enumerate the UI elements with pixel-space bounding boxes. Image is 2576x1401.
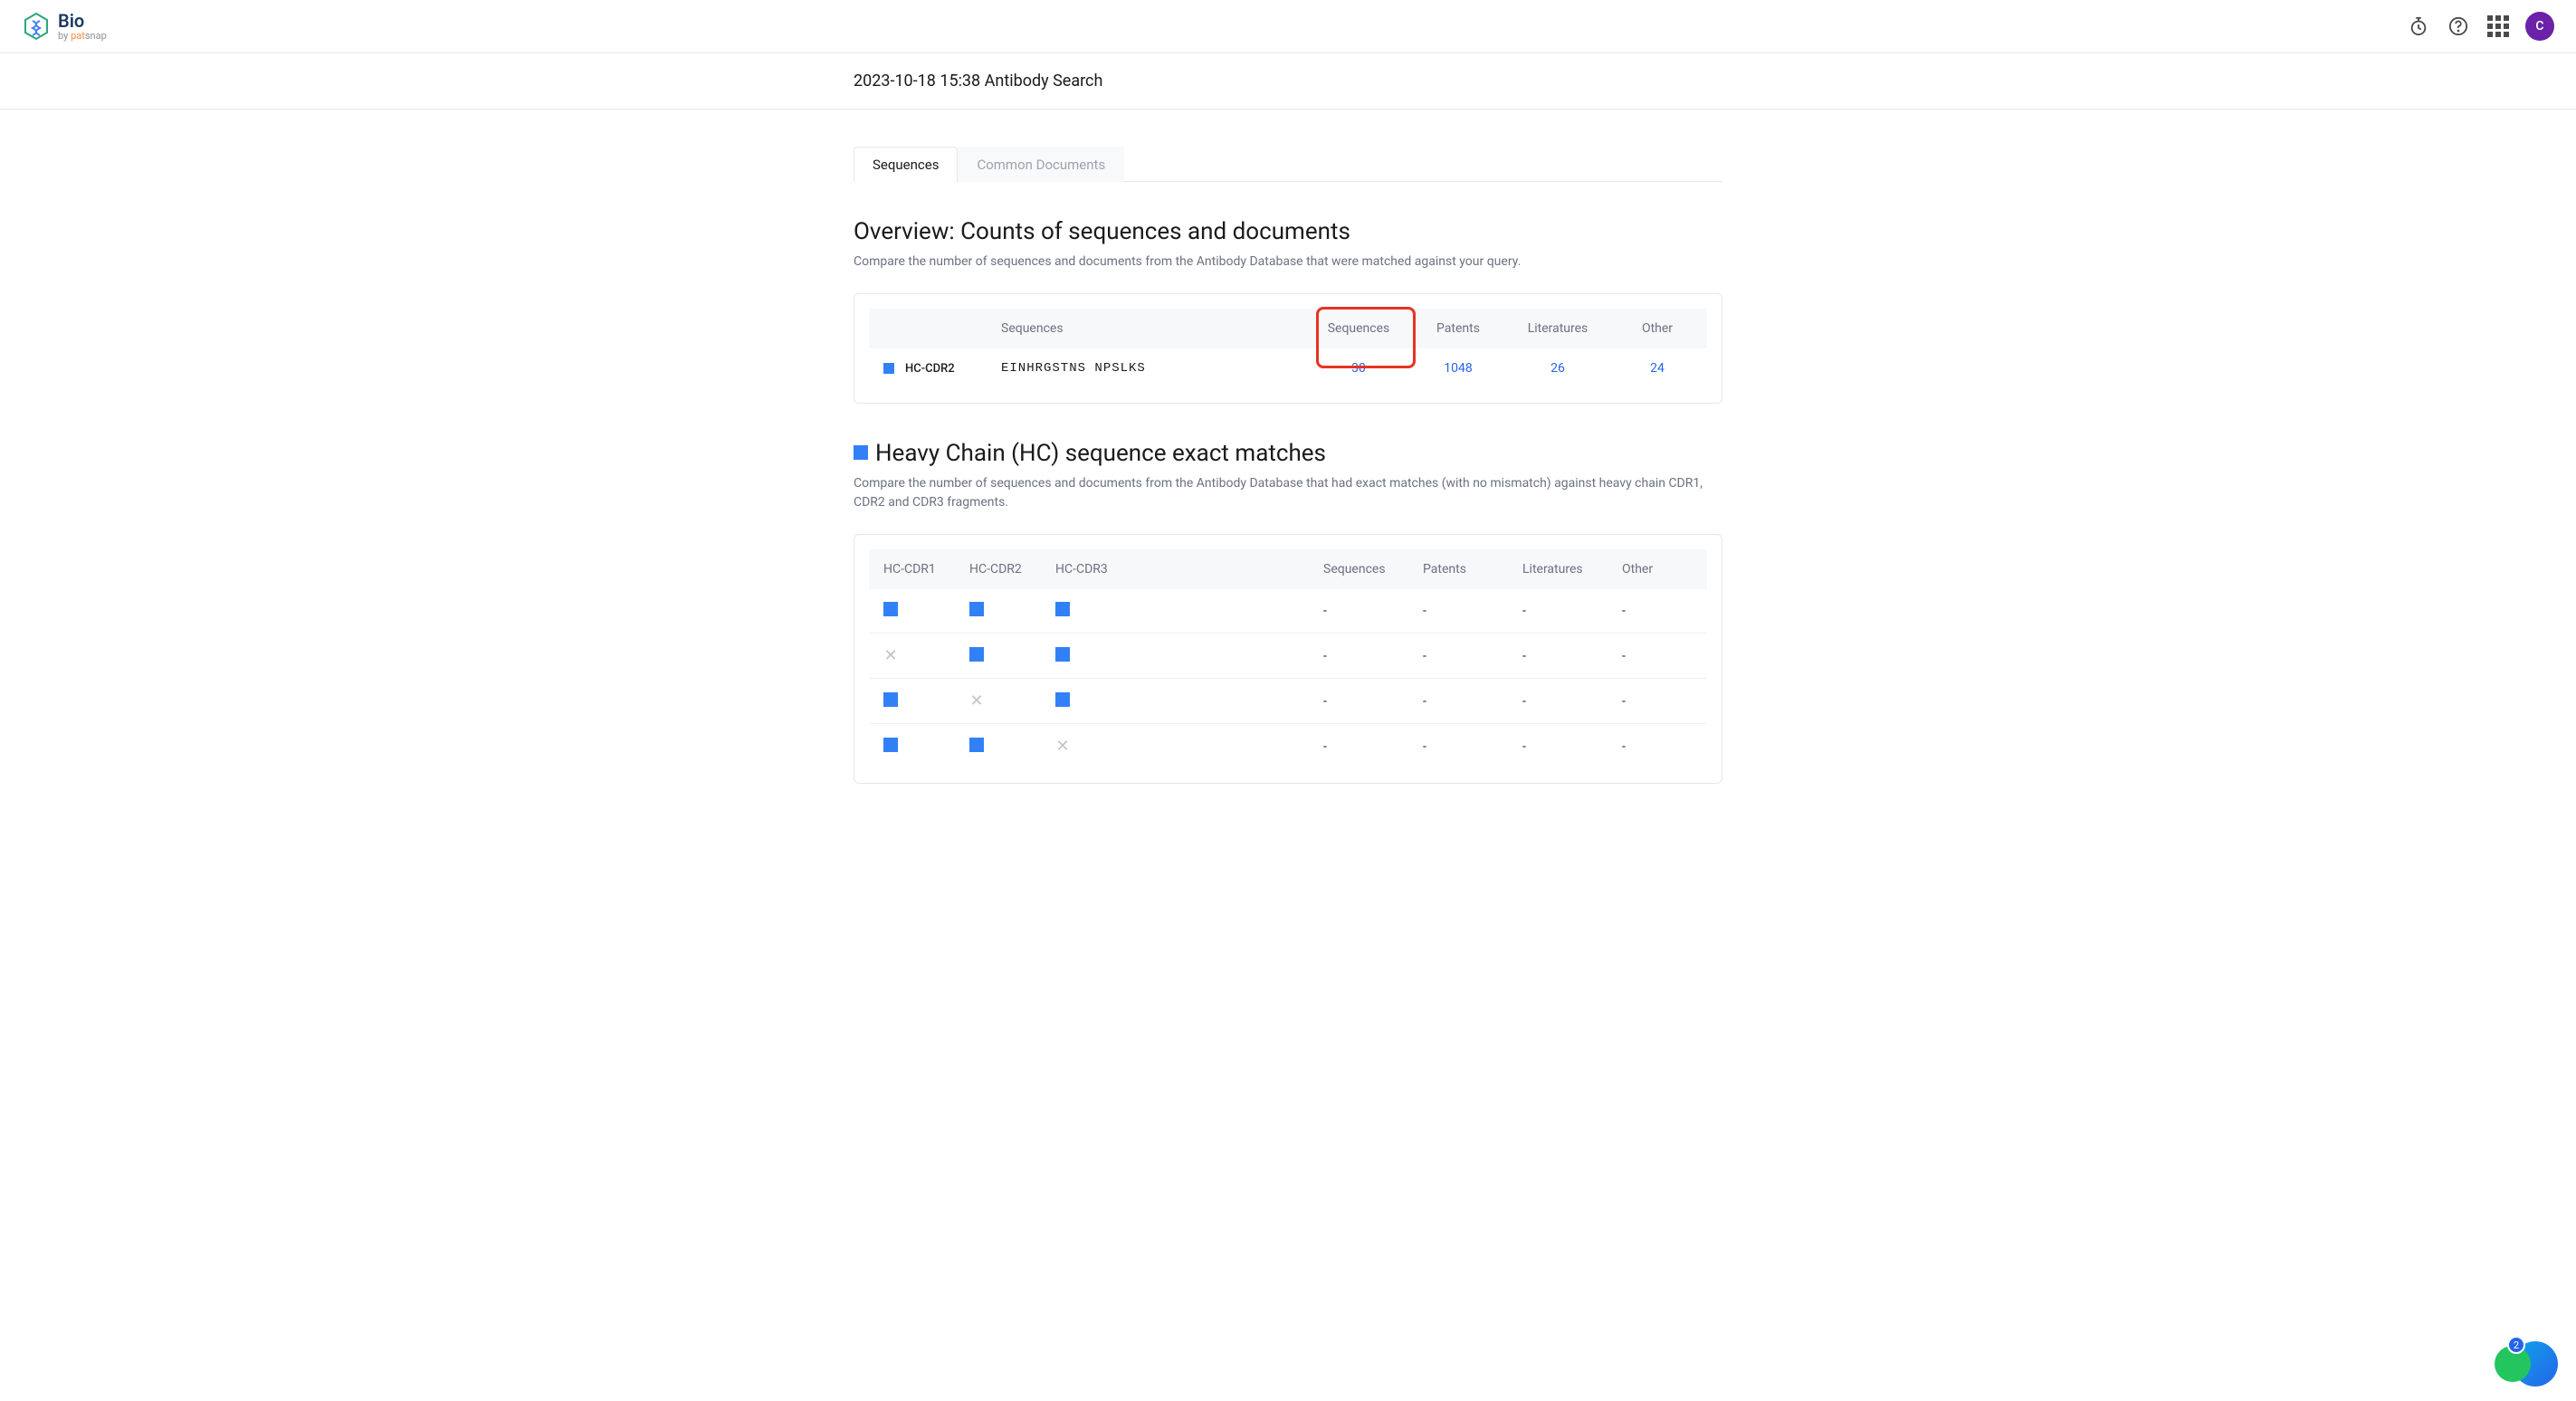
heavy-row: ----: [869, 589, 1707, 634]
overview-col-other: Other: [1608, 309, 1707, 348]
heavy-cell-cdr1: [869, 679, 955, 724]
heavy-card: HC-CDR1 HC-CDR2 HC-CDR3 Sequences Patent…: [854, 534, 1722, 784]
heavy-cell-other: -: [1608, 679, 1707, 724]
heavy-cell-literatures: -: [1508, 679, 1608, 724]
heavy-cell-patents: -: [1408, 589, 1508, 634]
main-content: Sequences Common Documents Overview: Cou…: [835, 110, 1741, 784]
overview-row-label-cell: HC-CDR2: [869, 348, 987, 388]
square-mark-icon: [883, 363, 894, 374]
help-icon[interactable]: [2446, 14, 2471, 39]
filled-square-icon: [969, 738, 984, 752]
logo-text: Bio by patsnap: [58, 11, 107, 42]
tabs: Sequences Common Documents: [854, 146, 1722, 182]
filled-square-icon: [1055, 602, 1070, 616]
heavy-cell-cdr3: ✕: [1041, 724, 1309, 769]
fab-chat-button[interactable]: 2: [2513, 1341, 2558, 1387]
filled-square-icon: [883, 602, 898, 616]
heavy-col-sequences: Sequences: [1309, 549, 1408, 589]
overview-table: Sequences Sequences Patents Literatures …: [869, 309, 1707, 388]
heavy-cell-patents: -: [1408, 679, 1508, 724]
heavy-cell-other: -: [1608, 634, 1707, 679]
heavy-cell-cdr2: [955, 634, 1041, 679]
x-mark-icon: ✕: [969, 691, 984, 710]
heavy-col-patents: Patents: [1408, 549, 1508, 589]
heavy-cell-cdr1: ✕: [869, 634, 955, 679]
overview-col-sequences: Sequences: [1309, 309, 1408, 348]
overview-row: HC-CDR2 EINHRGSTNS NPSLKS 30 1048 26 24: [869, 348, 1707, 388]
overview-col-patents: Patents: [1408, 309, 1508, 348]
logo-title: Bio: [58, 11, 107, 31]
overview-row-label: HC-CDR2: [905, 362, 955, 376]
heavy-cell-cdr2: [955, 724, 1041, 769]
avatar[interactable]: C: [2525, 12, 2554, 41]
tab-sequences[interactable]: Sequences: [854, 147, 958, 182]
heavy-cell-cdr3: [1041, 589, 1309, 634]
heavy-cell-cdr1: [869, 589, 955, 634]
overview-card: Sequences Sequences Patents Literatures …: [854, 293, 1722, 404]
heavy-cell-other: -: [1608, 589, 1707, 634]
heavy-col-cdr1: HC-CDR1: [869, 549, 955, 589]
heavy-cell-cdr2: ✕: [955, 679, 1041, 724]
stopwatch-icon[interactable]: [2406, 14, 2431, 39]
heavy-section: Heavy Chain (HC) sequence exact matches …: [854, 440, 1722, 784]
heavy-cell-literatures: -: [1508, 724, 1608, 769]
heavy-row: ✕----: [869, 679, 1707, 724]
heavy-row: ✕----: [869, 634, 1707, 679]
overview-desc: Compare the number of sequences and docu…: [854, 253, 1722, 272]
header-actions: C: [2406, 12, 2554, 41]
apps-grid-icon[interactable]: [2485, 14, 2511, 39]
heavy-cell-cdr3: [1041, 679, 1309, 724]
heavy-col-cdr2: HC-CDR2: [955, 549, 1041, 589]
notification-badge: 2: [2507, 1336, 2525, 1354]
overview-row-patents[interactable]: 1048: [1444, 361, 1472, 376]
heavy-cell-patents: -: [1408, 724, 1508, 769]
heavy-cell-other: -: [1608, 724, 1707, 769]
square-bullet-icon: [854, 445, 868, 460]
heavy-col-other: Other: [1608, 549, 1707, 589]
overview-row-literatures[interactable]: 26: [1550, 361, 1565, 376]
heavy-title: Heavy Chain (HC) sequence exact matches: [854, 440, 1722, 467]
overview-col-literatures: Literatures: [1508, 309, 1608, 348]
heavy-cell-literatures: -: [1508, 634, 1608, 679]
filled-square-icon: [969, 647, 984, 662]
heavy-cell-patents: -: [1408, 634, 1508, 679]
overview-row-sequences-cell: 30: [1309, 348, 1408, 388]
filled-square-icon: [1055, 647, 1070, 662]
filled-square-icon: [969, 602, 984, 616]
heavy-col-cdr3: HC-CDR3: [1041, 549, 1309, 589]
heavy-cell-sequences: -: [1309, 679, 1408, 724]
heavy-cell-cdr3: [1041, 634, 1309, 679]
page-title-bar: 2023-10-18 15:38 Antibody Search: [0, 53, 2576, 110]
overview-row-sequences[interactable]: 30: [1351, 361, 1366, 376]
logo[interactable]: Bio by patsnap: [22, 11, 107, 42]
filled-square-icon: [883, 738, 898, 752]
heavy-cell-cdr2: [955, 589, 1041, 634]
overview-col-blank: [869, 309, 987, 348]
filled-square-icon: [1055, 692, 1070, 707]
bio-logo-icon: [22, 12, 51, 41]
heavy-cell-cdr1: [869, 724, 955, 769]
heavy-cell-sequences: -: [1309, 724, 1408, 769]
heavy-cell-literatures: -: [1508, 589, 1608, 634]
heavy-row: ✕----: [869, 724, 1707, 769]
filled-square-icon: [883, 692, 898, 707]
heavy-table: HC-CDR1 HC-CDR2 HC-CDR3 Sequences Patent…: [869, 549, 1707, 768]
heavy-cell-sequences: -: [1309, 634, 1408, 679]
floating-action-group: 2: [2513, 1341, 2558, 1387]
header: Bio by patsnap: [0, 0, 2576, 53]
overview-row-seqtext: EINHRGSTNS NPSLKS: [987, 348, 1309, 388]
overview-col-seqlabel: Sequences: [987, 309, 1309, 348]
x-mark-icon: ✕: [1055, 737, 1070, 756]
overview-title: Overview: Counts of sequences and docume…: [854, 218, 1722, 245]
heavy-col-literatures: Literatures: [1508, 549, 1608, 589]
x-mark-icon: ✕: [883, 646, 898, 665]
heavy-desc: Compare the number of sequences and docu…: [854, 474, 1722, 512]
heavy-cell-sequences: -: [1309, 589, 1408, 634]
tab-common-documents[interactable]: Common Documents: [958, 147, 1124, 182]
logo-subtitle: by patsnap: [58, 31, 107, 42]
page-title: 2023-10-18 15:38 Antibody Search: [854, 71, 1722, 91]
overview-section: Overview: Counts of sequences and docume…: [854, 218, 1722, 404]
overview-row-other[interactable]: 24: [1650, 361, 1665, 376]
